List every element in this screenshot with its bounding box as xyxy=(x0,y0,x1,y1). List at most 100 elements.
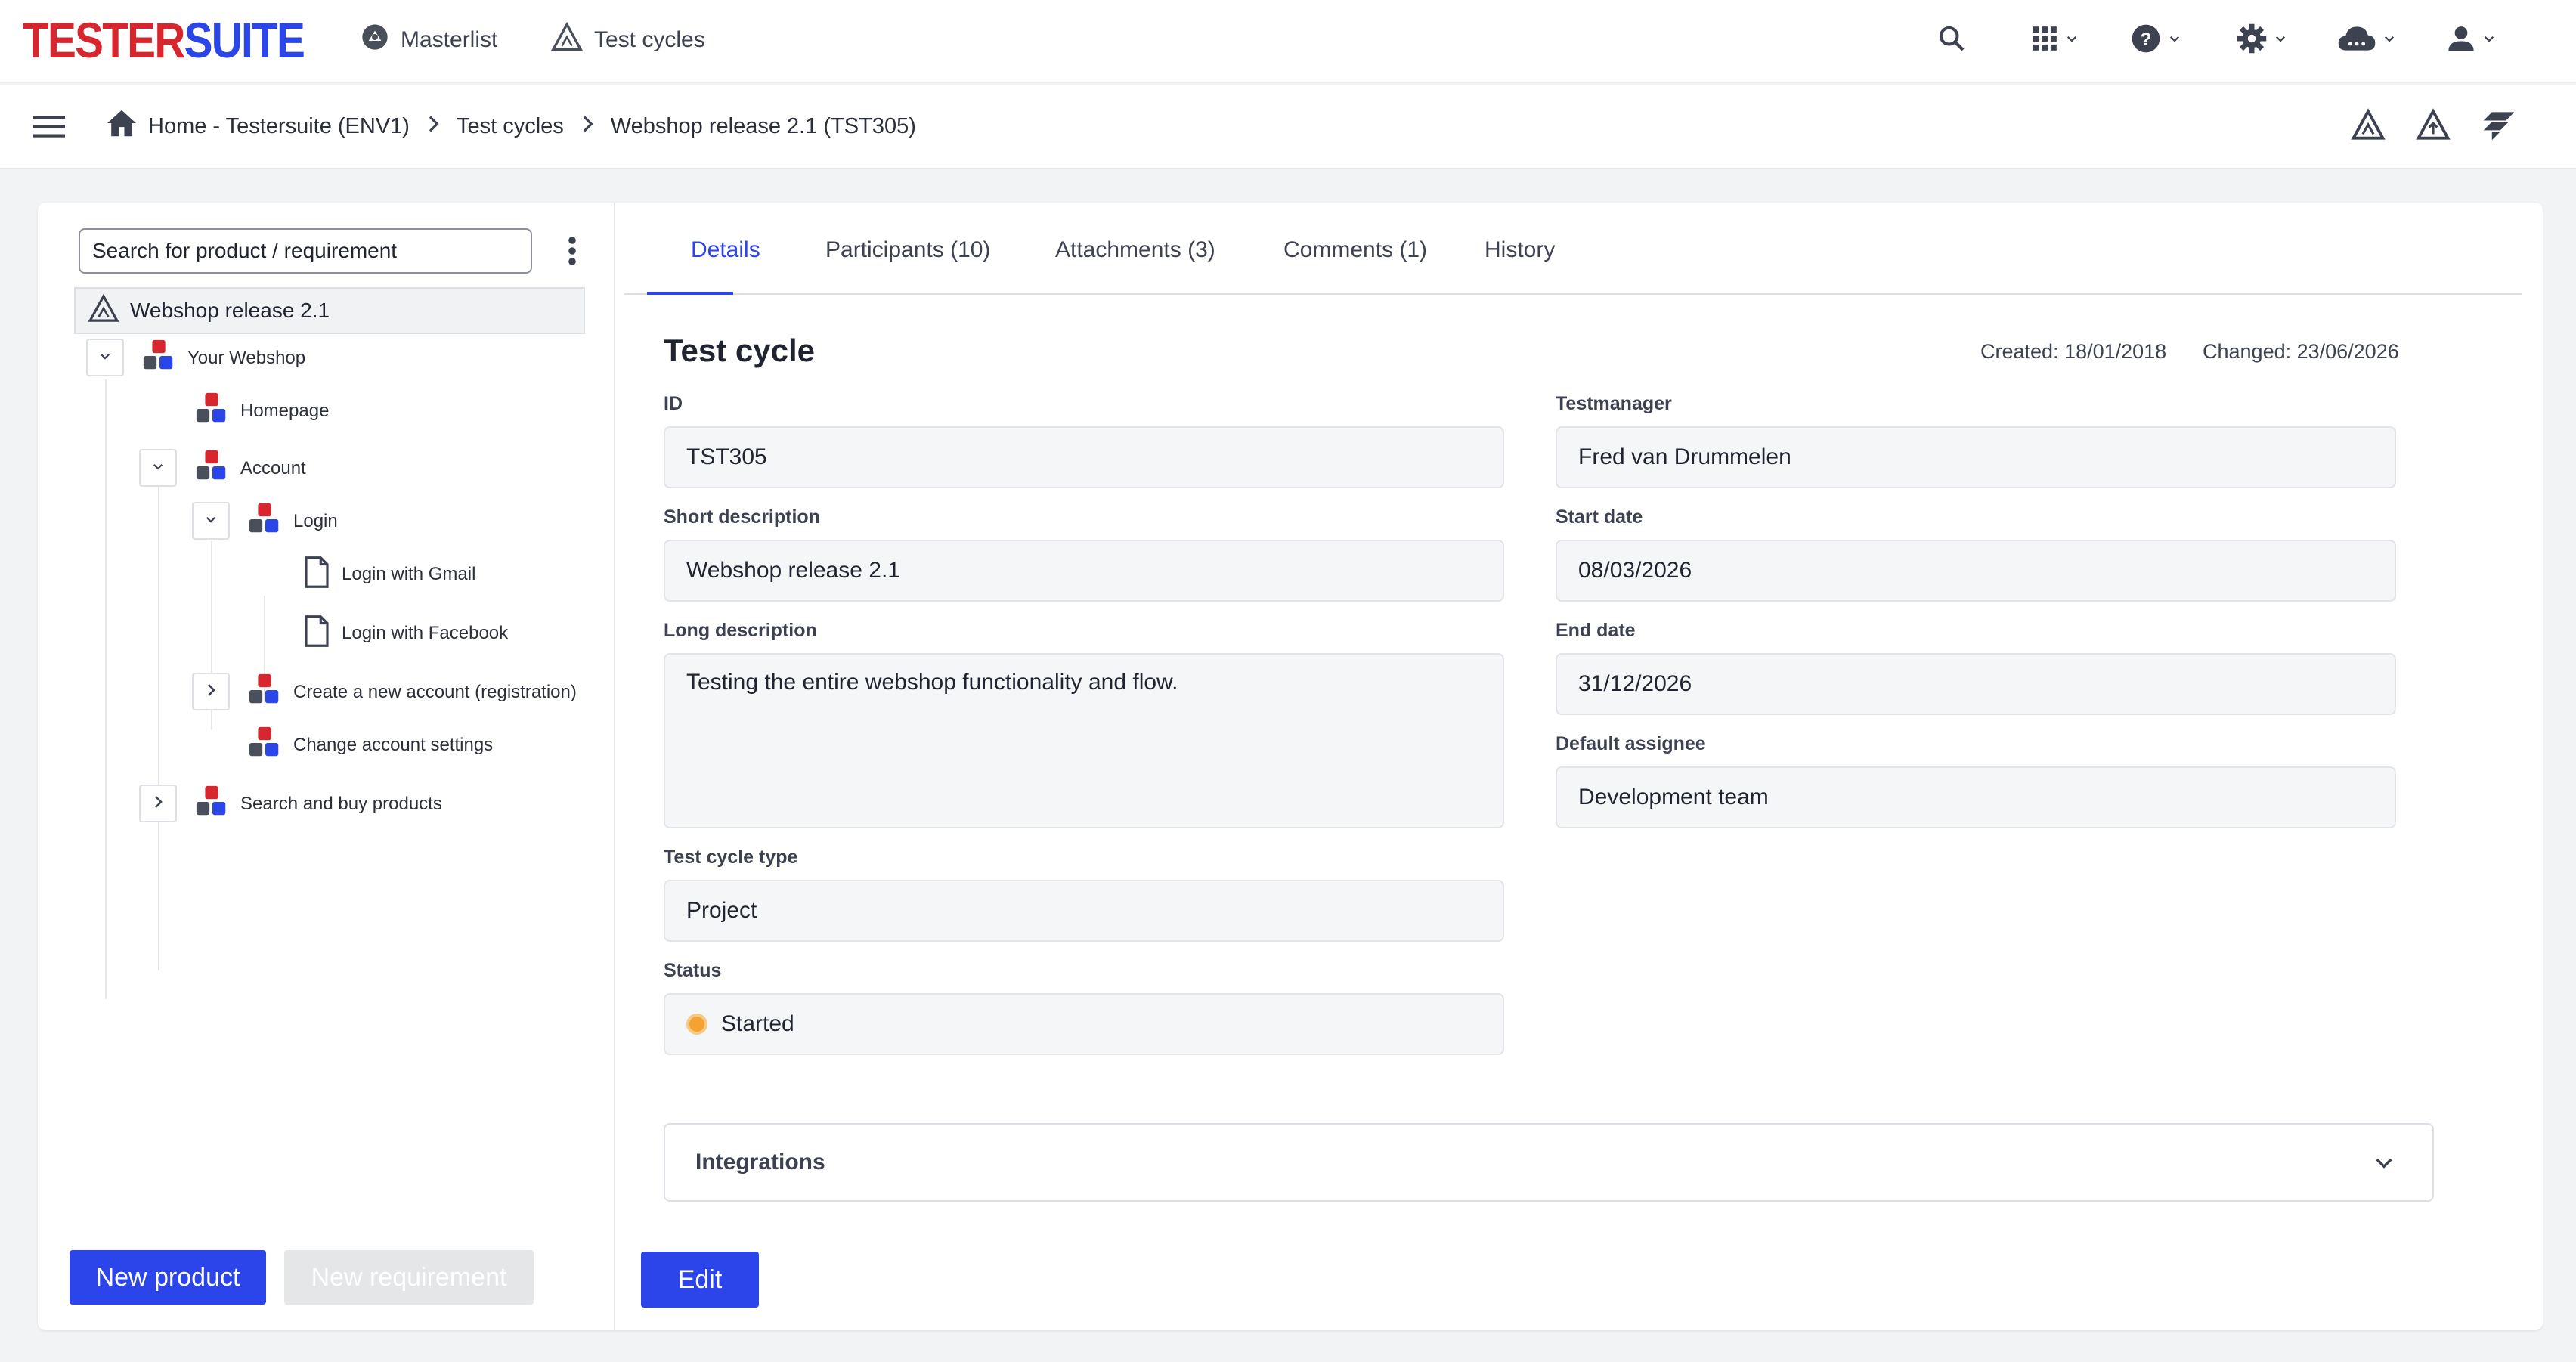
chevron-down-icon xyxy=(2274,32,2287,49)
start-date-field: 08/03/2026 xyxy=(1556,540,2396,602)
end-date-field: 31/12/2026 xyxy=(1556,653,2396,715)
test-cycle-type-label: Test cycle type xyxy=(664,847,798,868)
tree-item-login[interactable]: Login xyxy=(248,500,338,543)
nav-test-cycles[interactable]: Test cycles xyxy=(550,21,705,59)
product-icon xyxy=(248,502,283,542)
top-navigation-bar: TESTERSUITE Masterlist Test cycles ? xyxy=(0,0,2576,83)
tree-root-test-cycle[interactable]: Webshop release 2.1 xyxy=(74,287,585,334)
menu-toggle-button[interactable] xyxy=(33,113,65,143)
test-cycle-type-field: Project xyxy=(664,880,1504,942)
end-date-label: End date xyxy=(1556,620,1636,641)
integrations-accordion[interactable]: Integrations xyxy=(664,1123,2434,1202)
tree-item-change-account-settings[interactable]: Change account settings xyxy=(248,724,493,766)
chevron-down-icon xyxy=(2168,32,2181,49)
chevron-down-icon xyxy=(2382,32,2396,49)
jira-icon[interactable] xyxy=(2481,107,2517,148)
chevron-down-icon xyxy=(2482,32,2496,49)
requirement-document-icon xyxy=(302,556,331,593)
cloud-icon xyxy=(2337,23,2376,57)
product-tree-panel: Search for product / requirement Webshop… xyxy=(38,203,615,1330)
svg-text:?: ? xyxy=(2141,29,2152,49)
breadcrumb-test-cycles[interactable]: Test cycles xyxy=(457,114,564,139)
hamburger-icon xyxy=(33,116,65,142)
tree-item-account[interactable]: Account xyxy=(195,447,306,490)
tree-guide-line xyxy=(158,487,159,970)
more-vertical-icon xyxy=(567,237,577,269)
toggle-create-account[interactable] xyxy=(192,673,230,710)
tree-item-your-webshop[interactable]: Your Webshop xyxy=(142,337,305,379)
long-description-label: Long description xyxy=(664,620,817,641)
edit-button[interactable]: Edit xyxy=(641,1252,759,1308)
chevron-down-icon xyxy=(98,349,112,367)
chevron-down-icon xyxy=(151,460,165,477)
search-icon xyxy=(1937,23,1967,57)
test-cycle-icon[interactable] xyxy=(2351,107,2386,148)
testmanager-label: Testmanager xyxy=(1556,393,1672,414)
home-icon[interactable] xyxy=(106,109,138,144)
settings-menu-button[interactable] xyxy=(2236,20,2287,60)
product-icon xyxy=(248,673,283,713)
status-label: Status xyxy=(664,960,722,981)
long-description-field: Testing the entire webshop functionality… xyxy=(664,653,1504,828)
tree-item-search-and-buy-products[interactable]: Search and buy products xyxy=(195,783,442,825)
help-icon: ? xyxy=(2130,23,2162,58)
short-description-field: Webshop release 2.1 xyxy=(664,540,1504,602)
toggle-login[interactable] xyxy=(192,502,230,540)
toggle-account[interactable] xyxy=(139,449,177,487)
main-card: Search for product / requirement Webshop… xyxy=(38,203,2543,1330)
new-requirement-button: New requirement xyxy=(284,1250,534,1305)
testmanager-field: Fred van Drummelen xyxy=(1556,426,2396,488)
tree-options-button[interactable] xyxy=(567,236,577,270)
testersuite-logo[interactable]: TESTERSUITE xyxy=(23,15,305,65)
tab-details[interactable]: Details xyxy=(691,237,760,263)
search-button[interactable] xyxy=(1937,20,1967,60)
cloud-menu-button[interactable] xyxy=(2337,20,2396,60)
default-assignee-label: Default assignee xyxy=(1556,733,1706,754)
product-icon xyxy=(248,726,283,766)
breadcrumb-current: Webshop release 2.1 (TST305) xyxy=(610,113,916,138)
test-cycle-up-icon[interactable] xyxy=(2416,107,2451,148)
status-field: Started xyxy=(664,993,1504,1055)
chevron-down-icon xyxy=(2065,32,2079,49)
product-icon xyxy=(195,449,230,489)
chevron-right-icon xyxy=(426,114,440,139)
tree-guide-line xyxy=(105,379,107,999)
search-input[interactable]: Search for product / requirement xyxy=(79,228,532,274)
product-icon xyxy=(195,392,230,432)
test-cycles-icon xyxy=(550,21,594,58)
tab-comments[interactable]: Comments (1) xyxy=(1283,237,1427,263)
nav-masterlist[interactable]: Masterlist xyxy=(360,21,497,59)
chevron-right-icon xyxy=(581,114,594,139)
user-menu-button[interactable] xyxy=(2446,20,2496,60)
id-field: TST305 xyxy=(664,426,1504,488)
tree-item-login-with-facebook[interactable]: Login with Facebook xyxy=(302,612,508,655)
product-icon xyxy=(142,339,177,379)
apps-menu-button[interactable] xyxy=(2030,20,2079,60)
requirement-document-icon xyxy=(302,614,331,652)
new-product-button[interactable]: New product xyxy=(70,1250,266,1305)
user-icon xyxy=(2446,23,2476,57)
tab-participants[interactable]: Participants (10) xyxy=(825,237,990,263)
chevron-down-icon xyxy=(2372,1150,2396,1181)
created-date: Created: 18/01/2018 xyxy=(1980,340,2167,363)
breadcrumb-home[interactable]: Home - Testersuite (ENV1) xyxy=(148,114,410,139)
tree-item-create-account[interactable]: Create a new account (registration) xyxy=(248,671,577,714)
tree-item-homepage[interactable]: Homepage xyxy=(195,390,329,432)
toggle-your-webshop[interactable] xyxy=(86,339,124,376)
breadcrumb-actions xyxy=(2351,107,2517,148)
settings-gear-icon xyxy=(2236,23,2268,58)
page-title: Test cycle xyxy=(664,333,816,368)
chevron-right-icon xyxy=(153,795,163,813)
toggle-search-and-buy[interactable] xyxy=(139,785,177,822)
changed-date: Changed: 23/06/2026 xyxy=(2203,340,2399,363)
default-assignee-field: Development team xyxy=(1556,766,2396,828)
apps-grid-icon xyxy=(2030,24,2059,57)
tree-item-login-with-gmail[interactable]: Login with Gmail xyxy=(302,553,475,596)
active-tab-indicator xyxy=(647,292,733,295)
tab-history[interactable]: History xyxy=(1485,237,1555,263)
help-menu-button[interactable]: ? xyxy=(2130,20,2181,60)
id-label: ID xyxy=(664,393,683,414)
product-icon xyxy=(195,785,230,825)
short-description-label: Short description xyxy=(664,506,820,528)
tab-attachments[interactable]: Attachments (3) xyxy=(1055,237,1215,263)
